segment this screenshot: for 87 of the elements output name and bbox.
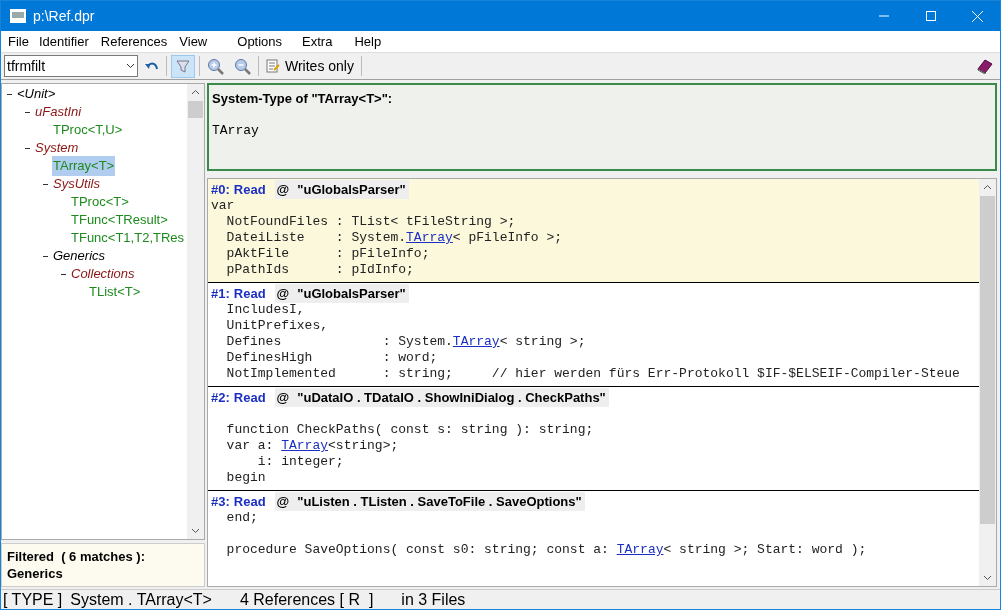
menu-item[interactable]: File xyxy=(8,31,29,52)
status-text: in 3 Files xyxy=(401,589,466,610)
menu-item[interactable]: References xyxy=(100,31,168,52)
reference-location: "uGlobalsParser" xyxy=(289,283,409,304)
reference-action: Read xyxy=(233,388,266,407)
type-link[interactable]: TArray xyxy=(406,230,453,245)
tree-item[interactable]: Generics xyxy=(52,246,107,266)
tree-item[interactable]: System xyxy=(34,138,80,158)
scroll-up-icon[interactable] xyxy=(983,184,992,190)
code-line: procedure SaveOptions( const s0: string; const a: TArray< string >; Start: word ); xyxy=(225,542,868,558)
code-line: NotImplemented : string; // hier werden fürs Err-Protokoll $IF-$ELSEIF-Compiler-Steue xyxy=(225,366,961,382)
menu-item[interactable]: View xyxy=(179,31,208,52)
type-value: TArray xyxy=(212,121,259,140)
scroll-thumb[interactable] xyxy=(980,196,995,524)
maximize-icon[interactable] xyxy=(926,11,936,21)
code-line: UnitPrefixes, xyxy=(225,318,330,334)
filter-icon xyxy=(176,59,190,73)
code-line: i: integer; xyxy=(256,454,345,470)
scroll-down-icon[interactable] xyxy=(191,528,200,534)
reference-at: @ xyxy=(274,387,290,408)
app-icon xyxy=(10,9,26,23)
code-line: IncludesI, xyxy=(225,302,306,318)
status-text: System . TArray<T> xyxy=(70,589,212,610)
reference-location: "uDataIO . TDataIO . ShowIniDialog . CheckPaths" xyxy=(289,387,609,408)
reference-at: @ xyxy=(274,283,290,304)
window-title: p:\Ref.dpr xyxy=(33,6,95,26)
tree-item[interactable]: TProc<T> xyxy=(70,192,130,212)
menu-item[interactable]: Options xyxy=(237,31,283,52)
reference-action: Read xyxy=(233,180,266,199)
reference-index: #3: xyxy=(211,492,230,511)
scroll-up-icon[interactable] xyxy=(191,89,200,95)
menu-item[interactable]: Help xyxy=(354,31,382,52)
filter-button[interactable] xyxy=(171,54,195,78)
filter-title: Filtered ( 6 matches ): xyxy=(7,548,145,565)
code-line: end; xyxy=(225,510,259,526)
zoom-out-icon[interactable] xyxy=(234,57,251,75)
code-line: Defines : System.TArray< string >; xyxy=(225,334,587,350)
tree-item[interactable]: Collections xyxy=(70,264,136,284)
reference-action: Read xyxy=(233,492,266,511)
type-link[interactable]: TArray xyxy=(281,438,329,453)
tree-item[interactable]: SysUtils xyxy=(52,174,101,194)
reference-entry[interactable]: #0: Read @ "uGlobalsParser" var NotFoundFiles : TList< tFileString >; DateiListe : System.TArray< pFileInfo >; pAktFile : pFileInfo; pPathIds : pIdInfo; xyxy=(208,179,979,283)
code-line: DateiListe : System.TArray< pFileInfo >; xyxy=(225,230,564,246)
dropdown-icon xyxy=(126,63,135,69)
scrollbar[interactable] xyxy=(979,179,996,586)
reference-action: Read xyxy=(233,284,266,303)
type-link[interactable]: TArray xyxy=(452,334,500,349)
tree-item[interactable]: TList<T> xyxy=(88,282,142,302)
writes-only-button[interactable]: Writes only xyxy=(263,54,357,78)
reference-at: @ xyxy=(274,179,290,200)
tree-item[interactable]: TFunc<T1,T2,TRes xyxy=(70,228,186,248)
book-icon[interactable] xyxy=(976,58,994,74)
reference-index: #2: xyxy=(211,388,230,407)
zoom-in-icon[interactable] xyxy=(207,57,224,75)
reference-at: @ xyxy=(274,491,290,512)
code-line: DefinesHigh : word; xyxy=(225,350,439,366)
code-line: pPathIds : pIdInfo; xyxy=(225,262,415,278)
filter-value: Generics xyxy=(7,565,63,582)
code-line: pAktFile : pFileInfo; xyxy=(225,246,431,262)
scroll-down-icon[interactable] xyxy=(983,575,992,581)
close-icon[interactable] xyxy=(972,10,983,22)
tree-item[interactable]: uFastIni xyxy=(34,102,83,122)
code-line: var xyxy=(210,198,236,214)
menu-item[interactable]: Identifier xyxy=(38,31,89,52)
reference-entry[interactable]: #1: Read @ "uGlobalsParser" IncludesI, UnitPrefixes, Defines : System.TArray< string >; DefinesHigh : word; NotImplemented : string; // hier werden fürs Err-Protokoll $IF-$ELSEIF-Compiler-Steue xyxy=(208,283,979,387)
type-link[interactable]: TArray xyxy=(616,542,664,557)
reference-location: "uListen . TListen . SaveToFile . SaveOptions" xyxy=(289,491,585,512)
reference-index: #0: xyxy=(211,180,230,199)
tree-item[interactable]: <Unit> xyxy=(16,84,57,104)
scrollbar[interactable] xyxy=(187,84,204,539)
menu-item[interactable]: Extra xyxy=(302,31,333,52)
reference-index: #1: xyxy=(211,284,230,303)
unit-combo[interactable]: tfrmfilt xyxy=(4,55,138,77)
scroll-thumb[interactable] xyxy=(188,101,203,118)
code-line: begin xyxy=(225,470,267,486)
tree-item[interactable]: TFunc<TResult> xyxy=(70,210,169,230)
status-text: 4 References [ R ] xyxy=(239,589,374,610)
status-text: [ TYPE ] xyxy=(2,589,63,610)
code-line: NotFoundFiles : TList< tFileString >; xyxy=(225,214,517,230)
code-line: function CheckPaths( const s: string ): string; xyxy=(225,422,595,438)
reference-entry[interactable]: #2: Read @ "uDataIO . TDataIO . ShowIniDialog . CheckPaths" function CheckPaths( const s: string ): string; var a: TArray<string>; i: integer; begin xyxy=(208,387,979,491)
document-pencil-icon xyxy=(266,59,280,73)
tree-item[interactable]: TProc<T,U> xyxy=(52,120,124,140)
reference-location: "uGlobalsParser" xyxy=(289,179,409,200)
type-title: System-Type of "TArray<T>": xyxy=(212,90,393,108)
undo-icon[interactable] xyxy=(145,61,159,71)
code-line: var a: TArray<string>; xyxy=(225,438,400,454)
